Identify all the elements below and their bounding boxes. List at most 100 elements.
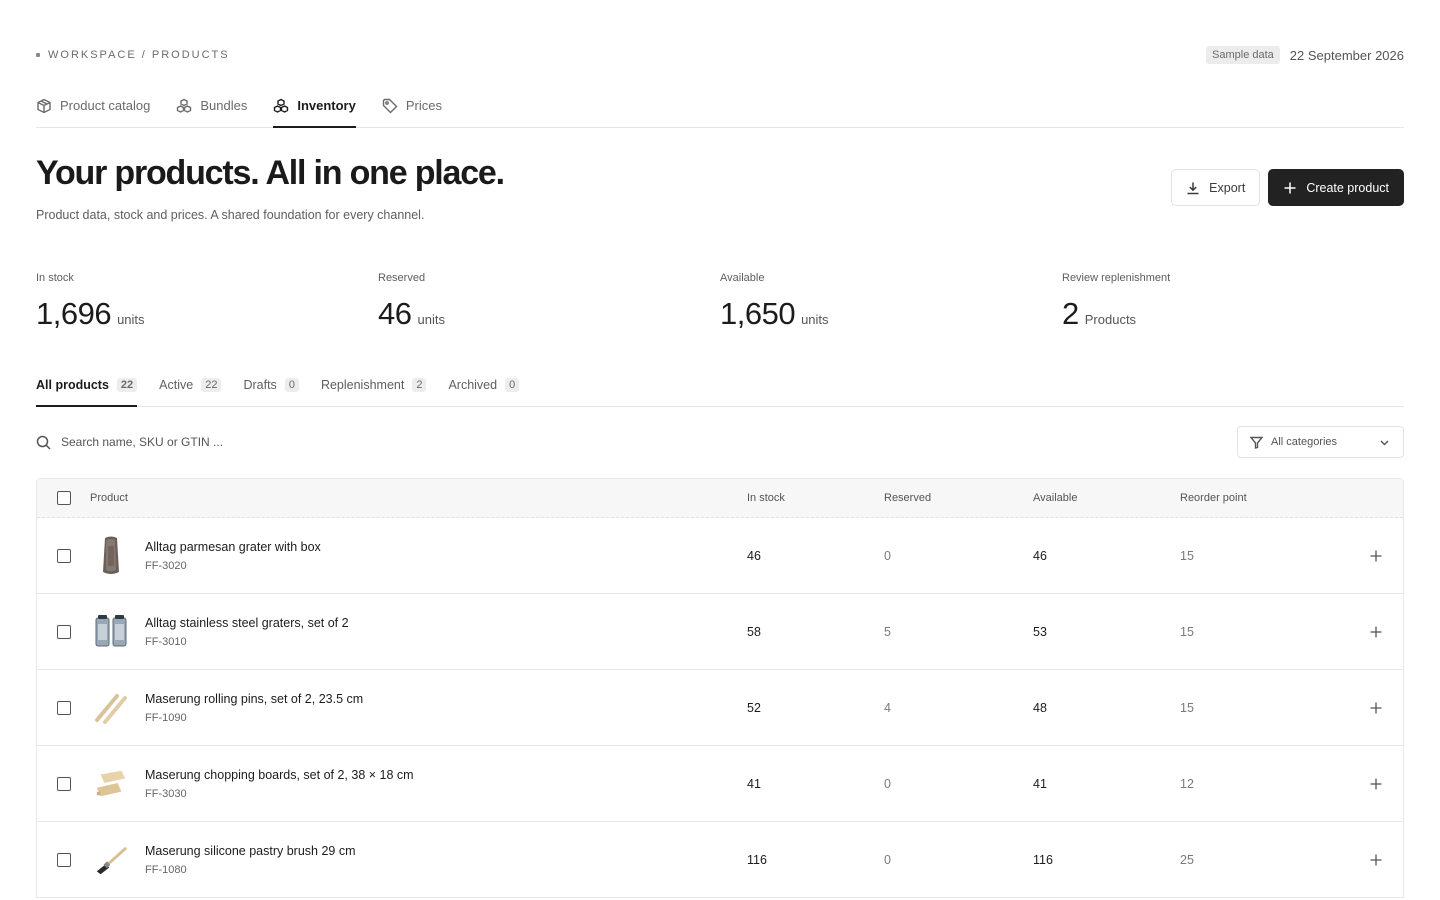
add-stock-button[interactable] [1369, 549, 1383, 563]
filter-tab-label: Drafts [243, 378, 277, 392]
filter-tab-count: 22 [201, 378, 222, 392]
product-sku: FF-1090 [145, 711, 187, 724]
stat-unit: units [117, 312, 145, 327]
column-header-reserved[interactable]: Reserved [884, 492, 931, 504]
in-stock-value: 41 [747, 776, 761, 791]
column-header-product[interactable]: Product [90, 492, 128, 504]
stat-value: 2 [1062, 296, 1079, 331]
page-subtitle: Product data, stock and prices. A shared… [36, 208, 425, 222]
in-stock-value: 52 [747, 700, 761, 715]
stat-review-replenishment[interactable]: Review replenishment 2 Products [1062, 272, 1404, 332]
category-select[interactable]: All categories [1237, 426, 1404, 458]
tag-icon [382, 98, 398, 113]
tab-label: Product catalog [60, 98, 151, 113]
available-value: 46 [1033, 548, 1047, 563]
current-date: 22 September 2026 [1289, 47, 1404, 63]
reserved-value: 0 [884, 548, 891, 563]
search-row: All categories [36, 426, 1404, 458]
tab-product-catalog[interactable]: Product catalog [36, 84, 150, 127]
row-checkbox[interactable] [57, 700, 71, 715]
bundles-icon [177, 98, 192, 113]
inventory-table: Product In stock Reserved Available Reor… [36, 478, 1404, 898]
product-name[interactable]: Alltag stainless steel graters, set of 2 [145, 616, 349, 630]
download-icon [1187, 182, 1199, 194]
filter-tab-label: Archived [448, 378, 498, 392]
inventory-icon [274, 98, 289, 113]
breadcrumb-path[interactable]: WORKSPACE / PRODUCTS [48, 49, 230, 61]
row-checkbox[interactable] [57, 852, 71, 867]
table-row[interactable]: Maserung chopping boards, set of 2, 38 ×… [37, 746, 1403, 822]
table-header: Product In stock Reserved Available Reor… [37, 479, 1403, 518]
tab-label: Inventory [297, 98, 356, 113]
stat-label: Review replenishment [1062, 272, 1171, 284]
status-filter-tabs: All products 22 Active 22 Drafts 0 Reple… [36, 364, 1404, 407]
product-name[interactable]: Alltag parmesan grater with box [145, 540, 321, 554]
filter-tab-label: All products [36, 378, 109, 392]
stat-value: 46 [378, 296, 412, 331]
in-stock-value: 116 [747, 852, 767, 867]
create-product-label: Create product [1306, 180, 1389, 195]
filter-tab-replenishment[interactable]: Replenishment 2 [321, 364, 427, 406]
reorder-point-value: 15 [1180, 624, 1194, 639]
product-name[interactable]: Maserung silicone pastry brush 29 cm [145, 844, 356, 858]
filter-tab-archived[interactable]: Archived 0 [448, 364, 520, 406]
plus-icon [1370, 702, 1382, 713]
category-select-value: All categories [1271, 436, 1338, 448]
stat-available: Available 1,650 units [720, 272, 1062, 332]
stat-unit: units [417, 312, 445, 327]
column-header-in-stock[interactable]: In stock [747, 492, 785, 504]
filter-tab-drafts[interactable]: Drafts 0 [243, 364, 299, 406]
top-bar: WORKSPACE / PRODUCTS Sample data 22 Sept… [36, 44, 1404, 66]
table-row[interactable]: Alltag stainless steel graters, set of 2… [37, 594, 1403, 670]
search-input[interactable] [61, 435, 361, 449]
product-thumbnail [93, 686, 129, 730]
stat-unit: Products [1084, 312, 1137, 327]
stat-label: Available [720, 272, 765, 284]
product-name[interactable]: Maserung rolling pins, set of 2, 23.5 cm [145, 692, 363, 706]
product-thumbnail [93, 838, 129, 882]
filter-tab-count: 22 [116, 378, 138, 392]
available-value: 116 [1033, 852, 1053, 867]
column-header-available[interactable]: Available [1033, 492, 1077, 504]
reserved-value: 0 [884, 852, 891, 867]
table-row[interactable]: Alltag parmesan grater with box FF-3020 … [37, 518, 1403, 594]
search-box [36, 435, 361, 450]
row-checkbox[interactable] [57, 776, 71, 791]
select-all-checkbox[interactable] [57, 491, 71, 505]
export-button[interactable]: Export [1171, 169, 1261, 206]
add-stock-button[interactable] [1369, 625, 1383, 639]
add-stock-button[interactable] [1369, 701, 1383, 715]
table-row[interactable]: Maserung rolling pins, set of 2, 23.5 cm… [37, 670, 1403, 746]
row-checkbox[interactable] [57, 624, 71, 639]
add-stock-button[interactable] [1369, 853, 1383, 867]
filter-tab-count: 0 [505, 378, 520, 392]
stat-reserved: Reserved 46 units [378, 272, 720, 332]
row-checkbox[interactable] [57, 548, 71, 563]
breadcrumb-dot-icon [36, 53, 40, 57]
plus-icon [1370, 854, 1382, 865]
inventory-stats: In stock 1,696 units Reserved 46 units Ava… [36, 272, 1404, 332]
tab-bundles[interactable]: Bundles [176, 84, 247, 127]
product-thumbnail [93, 762, 129, 806]
reorder-point-value: 25 [1180, 852, 1194, 867]
filter-tab-active[interactable]: Active 22 [159, 364, 222, 406]
reorder-point-value: 12 [1180, 776, 1194, 791]
in-stock-value: 46 [747, 548, 761, 563]
create-product-button[interactable]: Create product [1268, 169, 1404, 206]
stat-label: In stock [36, 272, 74, 284]
reserved-value: 5 [884, 624, 891, 639]
column-header-reorder-point[interactable]: Reorder point [1180, 492, 1247, 504]
filter-tab-label: Active [159, 378, 194, 392]
filter-tab-all-products[interactable]: All products 22 [36, 364, 138, 407]
plus-icon [1370, 550, 1382, 561]
plus-icon [1370, 778, 1382, 789]
reorder-point-value: 15 [1180, 700, 1194, 715]
filter-tab-count: 2 [412, 378, 427, 392]
stat-in-stock: In stock 1,696 units [36, 272, 378, 332]
product-name[interactable]: Maserung chopping boards, set of 2, 38 ×… [145, 768, 414, 782]
product-thumbnail [93, 610, 129, 654]
tab-prices[interactable]: Prices [382, 84, 442, 127]
tab-inventory[interactable]: Inventory [273, 84, 356, 128]
table-row[interactable]: Maserung silicone pastry brush 29 cm FF-… [37, 822, 1403, 898]
add-stock-button[interactable] [1369, 777, 1383, 791]
